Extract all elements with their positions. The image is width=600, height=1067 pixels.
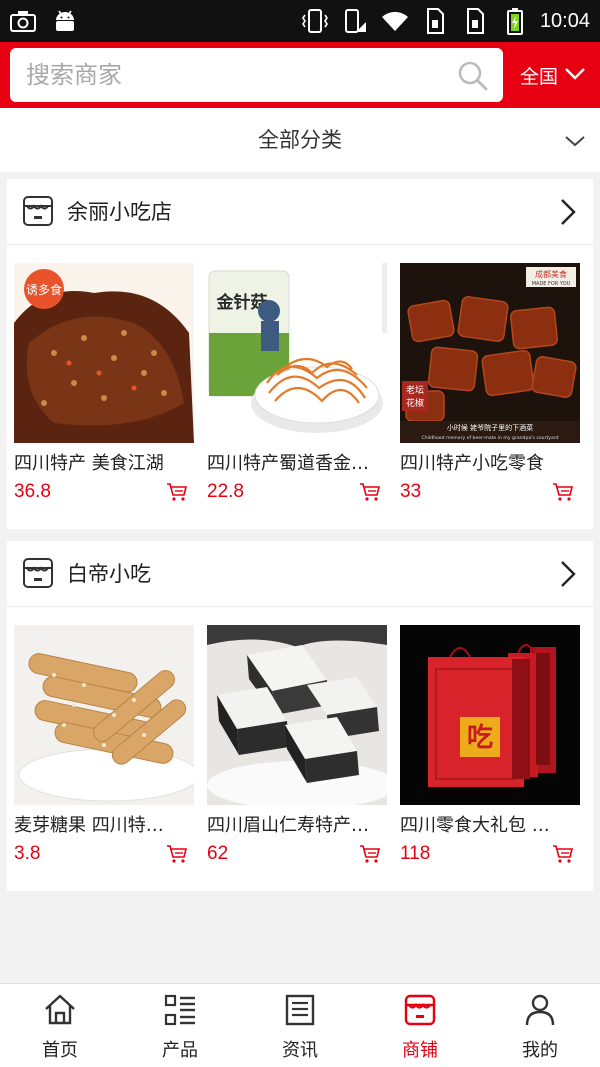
product-image-caption: 小时候 姥爷院子里的下酒菜 xyxy=(447,423,533,432)
product-price: 36.8 xyxy=(14,481,51,502)
product-price: 3.8 xyxy=(14,843,41,864)
chevron-down-icon xyxy=(564,130,586,152)
tab-news[interactable]: 资讯 xyxy=(240,984,360,1067)
cart-icon[interactable] xyxy=(359,482,381,502)
phone-signal-icon xyxy=(340,6,370,36)
list-grid-icon xyxy=(163,993,197,1027)
product-image[interactable] xyxy=(14,625,194,805)
product-price: 33 xyxy=(400,481,422,502)
cart-icon[interactable] xyxy=(552,482,574,502)
product-card[interactable]: 诱多食 四川特产 美食江湖 36.8 xyxy=(14,263,194,508)
product-card[interactable]: 四川眉山仁寿特产芝麻糕 62 xyxy=(207,625,387,870)
wifi-icon xyxy=(380,6,410,36)
product-image[interactable]: 金针菇 xyxy=(207,263,387,443)
product-price: 22.8 xyxy=(207,481,244,502)
store-icon xyxy=(22,195,54,227)
tab-products[interactable]: 产品 xyxy=(120,984,240,1067)
cart-icon[interactable] xyxy=(166,482,188,502)
chevron-right-icon[interactable] xyxy=(557,559,579,589)
store-icon xyxy=(403,993,437,1027)
region-label: 全国 xyxy=(520,65,559,88)
product-image-stamp-1: 老坛 xyxy=(406,384,424,396)
product-name: 四川特产小吃零食 xyxy=(400,453,544,474)
product-price: 62 xyxy=(207,843,229,864)
product-card[interactable]: 成都美食 MADE FOR YOU 老坛 花椒 小时候 姥爷院子里的下酒菜 Ch… xyxy=(400,263,580,508)
tab-shops[interactable]: 商铺 xyxy=(360,984,480,1067)
tab-label: 资讯 xyxy=(282,1040,318,1061)
status-bar: 10:04 xyxy=(0,0,600,42)
screenshot-icon xyxy=(8,6,38,36)
home-icon xyxy=(43,993,77,1027)
product-image[interactable]: 诱多食 xyxy=(14,263,194,443)
status-time: 10:04 xyxy=(539,9,590,32)
product-image-caption-en: Childhood memory of beer-mate in my gran… xyxy=(421,435,558,441)
product-image-stamp-2: 花椒 xyxy=(406,397,424,409)
search-icon[interactable] xyxy=(457,60,489,92)
product-card[interactable]: 金针菇 四川特产蜀道香金针菇 22.8 xyxy=(207,263,387,508)
product-card[interactable]: 麦芽糖果 四川特产零食 3.8 xyxy=(14,625,194,870)
product-image[interactable]: 吃 xyxy=(400,625,580,805)
tab-profile[interactable]: 我的 xyxy=(480,984,600,1067)
search-input[interactable] xyxy=(26,48,446,102)
product-name: 四川特产 美食江湖 xyxy=(14,453,164,474)
product-image-tag: 成都美食 xyxy=(535,269,567,279)
shop-name: 白帝小吃 xyxy=(67,562,151,586)
tab-label: 我的 xyxy=(522,1040,558,1061)
battery-icon xyxy=(500,6,530,36)
region-selector[interactable]: 全国 xyxy=(520,42,586,108)
product-image-badge: 诱多食 xyxy=(26,282,62,297)
document-icon xyxy=(283,993,317,1027)
shop-card: 余丽小吃店 诱多食 四川特产 美食江湖 36.8 金针菇 四川特产蜀道香金针菇 … xyxy=(7,179,593,529)
product-image[interactable]: 成都美食 MADE FOR YOU 老坛 花椒 小时候 姥爷院子里的下酒菜 Ch… xyxy=(400,263,580,443)
product-name: 四川特产蜀道香金针菇 xyxy=(207,453,372,474)
cart-icon[interactable] xyxy=(359,844,381,864)
chevron-down-icon xyxy=(564,64,586,86)
shop-header[interactable]: 白帝小吃 xyxy=(7,541,593,607)
category-filter[interactable]: 全部分类 xyxy=(0,108,600,172)
product-name: 麦芽糖果 四川特产零食 xyxy=(14,815,179,836)
store-icon xyxy=(22,557,54,589)
cart-icon[interactable] xyxy=(166,844,188,864)
search-header: 全国 xyxy=(0,42,600,108)
bottom-nav: 首页 产品 资讯 商铺 我的 xyxy=(0,983,600,1067)
product-image-gift-text: 吃 xyxy=(467,723,493,753)
tab-label: 首页 xyxy=(42,1040,78,1061)
product-image[interactable] xyxy=(207,625,387,805)
chevron-right-icon[interactable] xyxy=(557,197,579,227)
shop-name: 余丽小吃店 xyxy=(67,200,172,224)
sim1-icon xyxy=(420,6,450,36)
android-icon xyxy=(50,6,80,36)
shop-card: 白帝小吃 麦芽糖果 四川特产零食 3.8 xyxy=(7,541,593,891)
product-name: 四川眉山仁寿特产芝麻糕 xyxy=(207,815,372,836)
product-name: 四川零食大礼包 特产 xyxy=(400,815,565,836)
product-card[interactable]: 吃 四川零食大礼包 特产 118 xyxy=(400,625,580,870)
product-price: 118 xyxy=(400,843,431,864)
tab-label: 商铺 xyxy=(402,1040,438,1061)
search-box[interactable] xyxy=(10,48,503,102)
product-image-tag-sub: MADE FOR YOU xyxy=(532,281,571,287)
tab-home[interactable]: 首页 xyxy=(0,984,120,1067)
cart-icon[interactable] xyxy=(552,844,574,864)
sim2-icon xyxy=(460,6,490,36)
shop-header[interactable]: 余丽小吃店 xyxy=(7,179,593,245)
vibrate-icon xyxy=(300,6,330,36)
user-icon xyxy=(523,993,557,1027)
tab-label: 产品 xyxy=(162,1040,198,1061)
category-label: 全部分类 xyxy=(258,128,342,152)
